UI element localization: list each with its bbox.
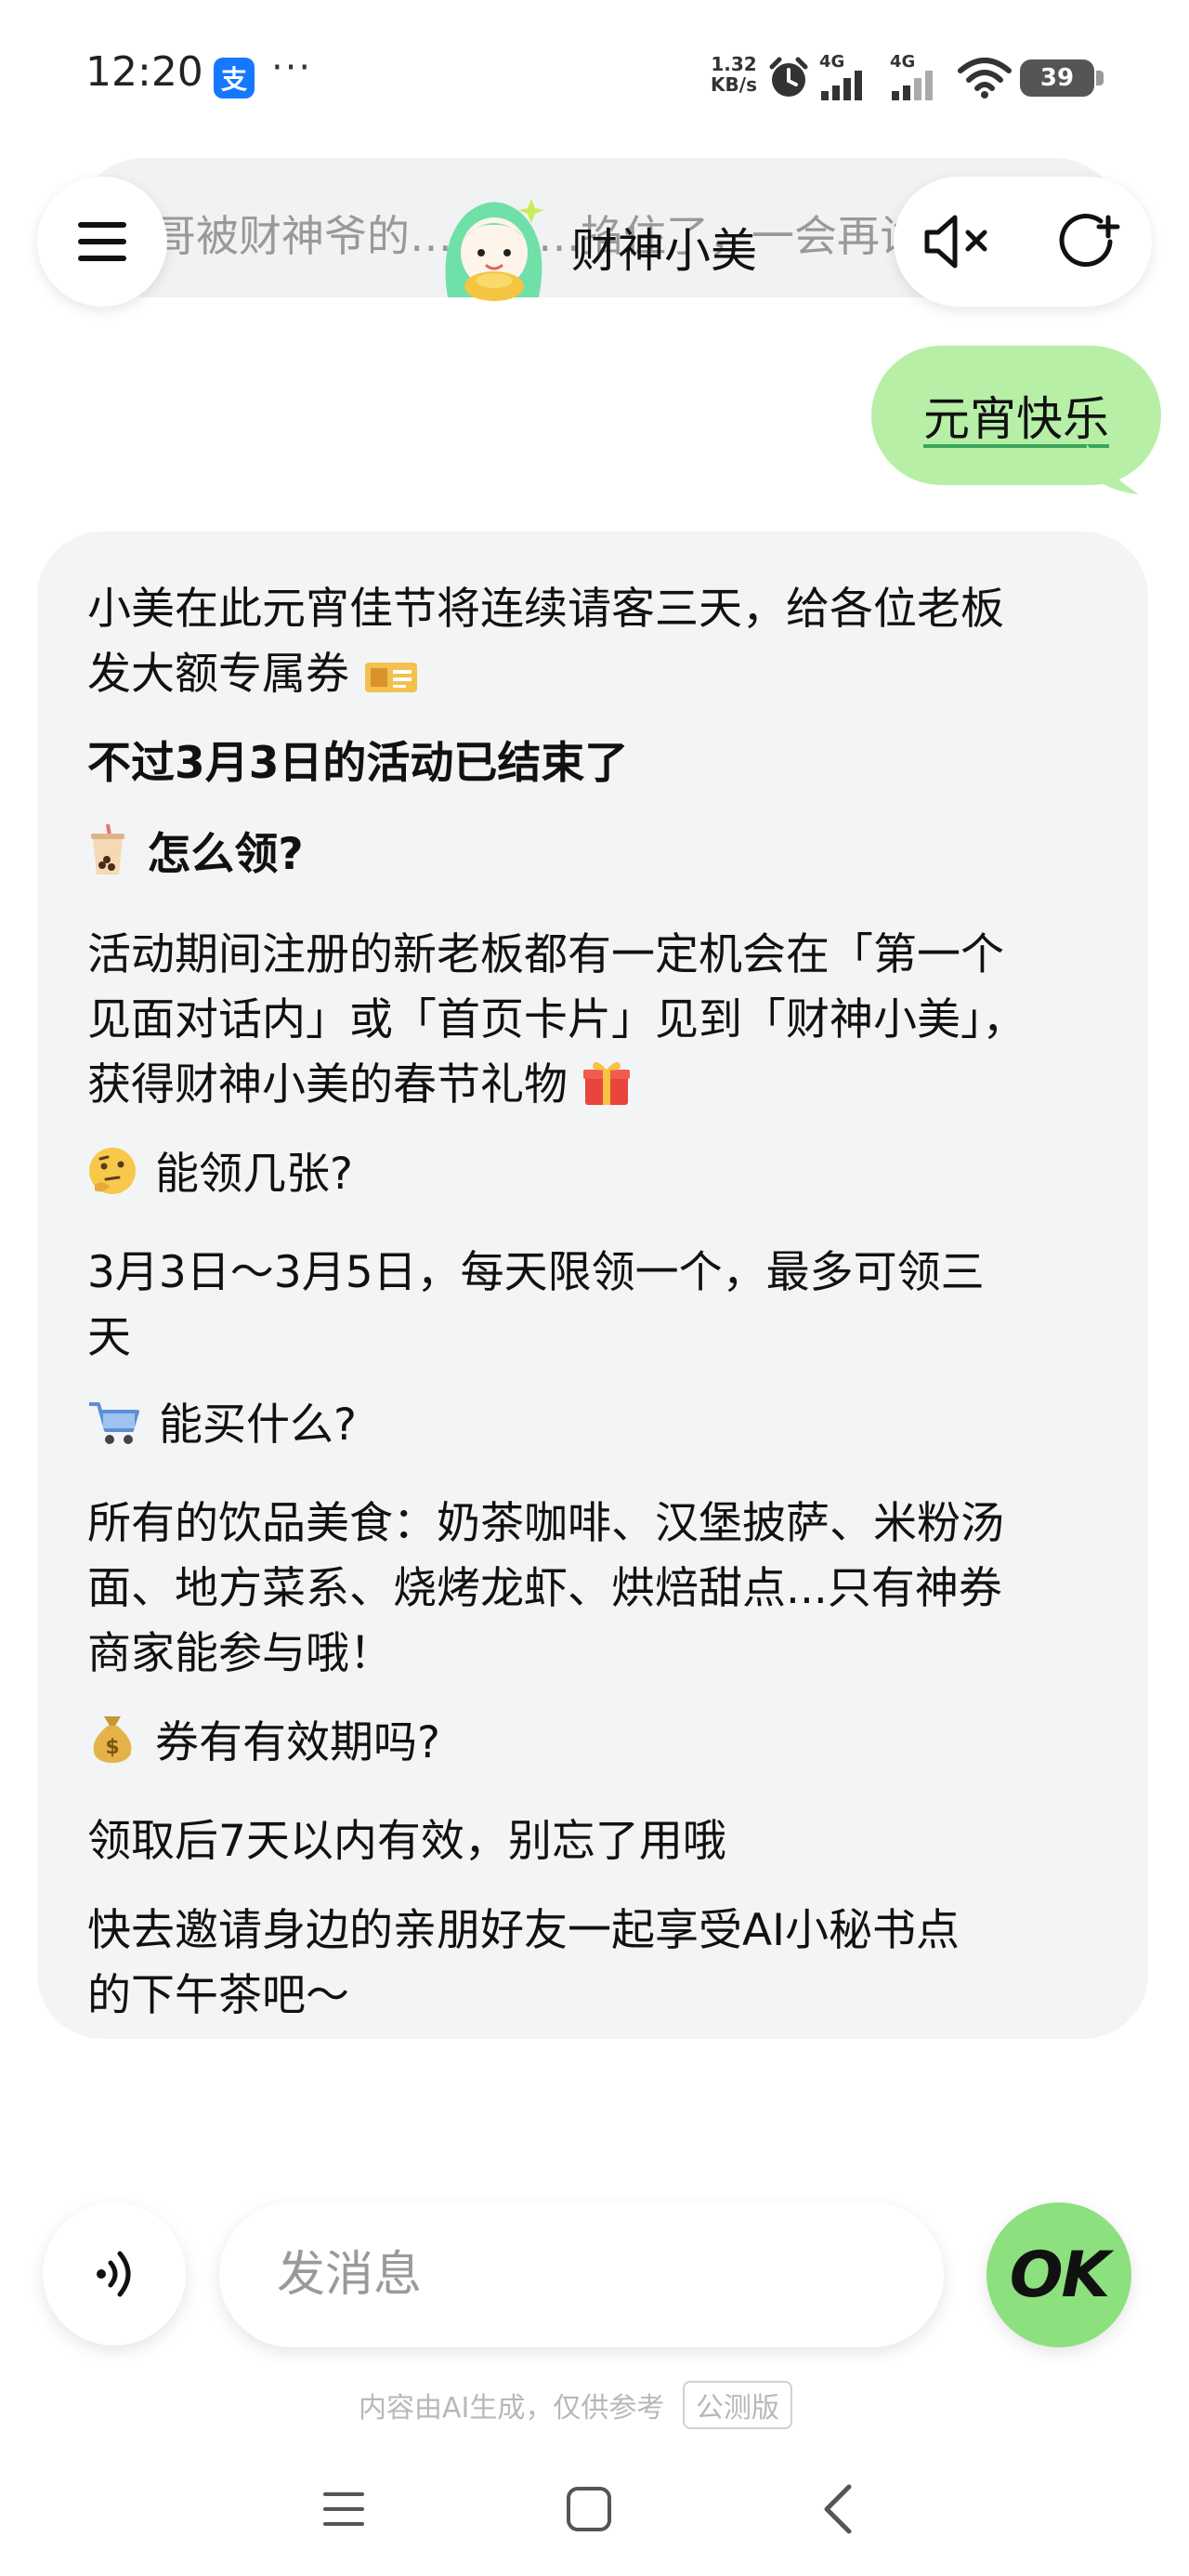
- menu-icon: [78, 222, 126, 261]
- assistant-line: 获得财神小美的春节礼物: [87, 1059, 568, 1111]
- assistant-line: 所有的饮品美食：奶茶咖啡、汉堡披萨、米粉汤: [87, 1498, 1004, 1549]
- section-heading-text: 怎么领?: [147, 829, 304, 880]
- home-icon: [567, 2487, 611, 2531]
- assistant-message-bubble[interactable]: 小美在此元宵佳节将连续请客三天，给各位老板 发大额专属券 不过3月3日的活动已结…: [37, 532, 1148, 2039]
- avatar[interactable]: [429, 186, 559, 307]
- voice-input-button[interactable]: [43, 2202, 186, 2346]
- menu-button[interactable]: [37, 177, 167, 307]
- send-button[interactable]: OK: [986, 2202, 1131, 2347]
- network-speed-value: 1.32: [711, 53, 757, 75]
- assistant-line-with-emoji: 获得财神小美的春节礼物: [87, 1048, 635, 1112]
- mute-icon: [924, 215, 986, 269]
- sim1-bars-icon: [821, 71, 862, 100]
- sim2-label: 4G: [890, 52, 916, 72]
- section-heading-how-to-get: 怎么领?: [87, 818, 304, 882]
- assistant-line-with-emoji: 发大额专属券: [87, 637, 423, 702]
- section-heading-text: 能买什么?: [158, 1400, 357, 1451]
- new-chat-icon: [1059, 214, 1119, 267]
- message-input[interactable]: [219, 2202, 944, 2347]
- ai-disclaimer: 内容由AI生成，仅供参考 公测版: [359, 2381, 792, 2429]
- sim2-bars-icon: [892, 71, 933, 100]
- more-notifications-icon: ···: [271, 46, 313, 89]
- voice-icon: [97, 2251, 131, 2297]
- bubble-tea-icon: [91, 824, 124, 874]
- user-message-text: 元宵快乐: [923, 392, 1109, 446]
- network-speed: 1.32 KB/s: [706, 54, 762, 95]
- signal-icon: 4G: [819, 54, 868, 104]
- section-heading-validity: $ 券有有效期吗?: [87, 1706, 440, 1770]
- recent-apps-button[interactable]: [307, 2472, 381, 2546]
- network-speed-unit: KB/s: [711, 73, 757, 96]
- header-actions: [894, 177, 1152, 307]
- status-time: 12:20: [85, 48, 203, 96]
- assistant-line: 的下午茶吧～: [87, 1970, 349, 2021]
- recent-apps-icon: [323, 2492, 364, 2526]
- battery-icon: 39: [1020, 59, 1094, 97]
- signal-icon-2: 4G: [890, 54, 938, 104]
- beta-badge: 公测版: [682, 2381, 792, 2429]
- back-icon: [824, 2484, 852, 2534]
- assistant-line: 见面对话内」或「首页卡片」见到「财神小美」，: [87, 994, 1026, 1045]
- alarm-icon: [769, 57, 808, 97]
- back-button[interactable]: [801, 2472, 875, 2546]
- cart-icon: [89, 1402, 139, 1444]
- section-heading-how-many: 能领几张?: [87, 1137, 353, 1202]
- section-heading-text: 能领几张?: [154, 1149, 353, 1200]
- user-bubble-tail: [1087, 444, 1139, 494]
- battery-cap: [1096, 71, 1104, 85]
- assistant-line: 天: [87, 1312, 131, 1363]
- assistant-line: 商家能参与哦！: [87, 1628, 393, 1679]
- home-button[interactable]: [552, 2472, 626, 2546]
- thinking-face-icon: [89, 1148, 136, 1194]
- assistant-line: 发大额专属券: [87, 649, 349, 700]
- svg-text:$: $: [105, 1736, 119, 1759]
- coupon-icon: [364, 663, 417, 692]
- wifi-icon: [958, 58, 1012, 99]
- send-button-label: OK: [1009, 2238, 1110, 2312]
- page-title: 财神小美: [571, 224, 757, 278]
- assistant-line: 活动期间注册的新老板都有一定机会在「第一个: [87, 929, 1004, 980]
- assistant-line: 领取后7天以内有效，别忘了用哦: [87, 1816, 726, 1867]
- section-heading-what-to-buy: 能买什么?: [87, 1388, 357, 1452]
- assistant-line-bold: 不过3月3日的活动已结束了: [87, 738, 629, 789]
- assistant-line: 快去邀请身边的亲朋好友一起享受AI小秘书点: [87, 1905, 960, 1956]
- alipay-icon: 支: [214, 58, 255, 99]
- section-heading-text: 券有有效期吗?: [154, 1717, 440, 1768]
- new-chat-button[interactable]: [1023, 177, 1152, 307]
- gift-icon: [582, 1061, 630, 1105]
- assistant-line: 3月3日～3月5日，每天限领一个，最多可领三: [87, 1247, 985, 1298]
- mute-button[interactable]: [894, 177, 1023, 307]
- sim1-label: 4G: [819, 52, 845, 72]
- assistant-line: 小美在此元宵佳节将连续请客三天，给各位老板: [87, 584, 1004, 635]
- money-bag-icon: $: [93, 1716, 132, 1763]
- disclaimer-text: 内容由AI生成，仅供参考: [359, 2392, 665, 2425]
- assistant-line: 面、地方菜系、烧烤龙虾、烘焙甜点...只有神券: [87, 1563, 1002, 1614]
